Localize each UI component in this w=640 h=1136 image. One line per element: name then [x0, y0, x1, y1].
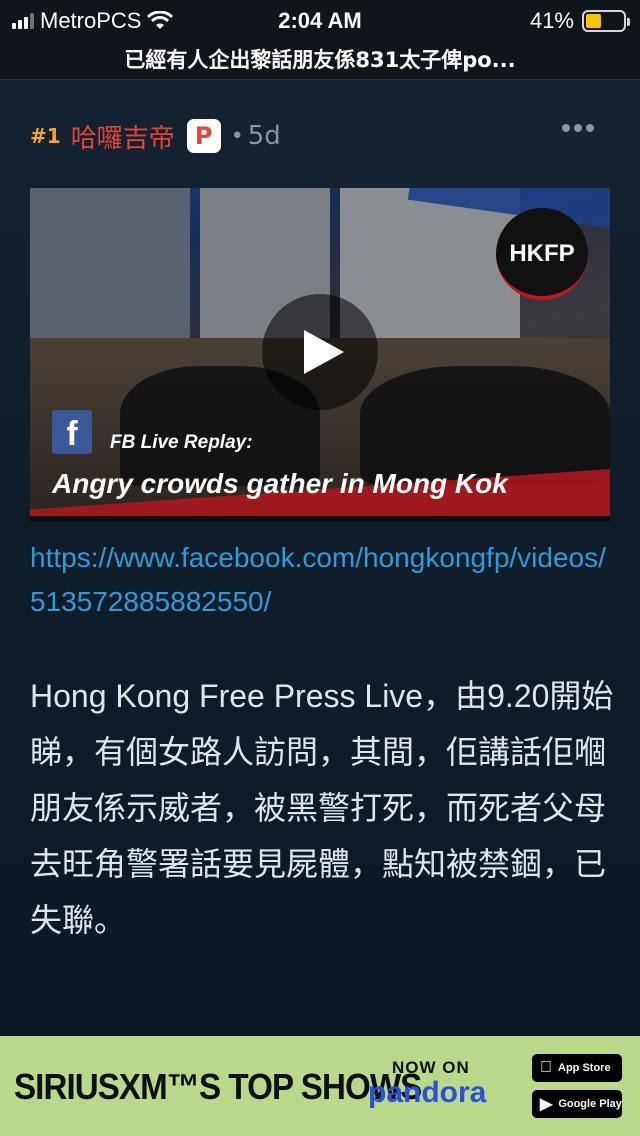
ad-headline: SIRIUSXM™S TOP SHOWS — [14, 1066, 422, 1107]
battery-fill — [586, 14, 601, 28]
video-thumbnail[interactable]: HKFP f FB Live Replay: Angry crowds gath… — [30, 188, 610, 522]
post-body: Hong Kong Free Press Live，由9.20開始睇，有個女路人… — [30, 678, 614, 938]
apple-icon:  — [540, 1059, 552, 1077]
thread-title[interactable]: 已經有人企出黎話朋友係831太子俾po... — [0, 42, 640, 80]
hkfp-logo: HKFP — [496, 208, 588, 300]
author-name[interactable]: 哈囉吉帝 — [71, 118, 175, 155]
post-age: 5d — [247, 121, 281, 151]
pandora-logo: pandora — [368, 1076, 487, 1109]
google-play-label: Google Play — [558, 1098, 622, 1110]
facebook-icon: f — [52, 410, 92, 454]
ad-now-on: NOW ON — [392, 1058, 470, 1077]
play-button[interactable] — [262, 294, 378, 410]
play-icon — [304, 330, 344, 374]
separator: • — [230, 123, 244, 149]
post-link[interactable]: https://www.facebook.com/hongkongfp/vide… — [30, 536, 614, 624]
app-store-badge[interactable]:  App Store — [532, 1054, 622, 1082]
more-options-icon[interactable] — [562, 124, 594, 132]
play-store-icon: ▶ — [540, 1096, 553, 1113]
ad-banner[interactable]: SIRIUSXM™S TOP SHOWS NOW ON pandora  Ap… — [0, 1036, 640, 1136]
post-header: #1 哈囉吉帝 P • 5d — [30, 114, 610, 158]
video-caption: Angry crowds gather in Mong Kok — [52, 468, 508, 499]
fb-live-label: FB Live Replay: — [110, 432, 253, 453]
poster-badge: P — [186, 119, 221, 153]
battery-icon — [582, 10, 630, 32]
post-number: #1 — [30, 124, 61, 148]
battery-percent: 41% — [529, 8, 574, 33]
battery-area: 41% — [529, 8, 630, 34]
status-bar: MetroPCS 2:04 AM 41% — [0, 0, 640, 42]
app-store-label: App Store — [546, 1062, 611, 1074]
google-play-badge[interactable]: ▶ Google Play — [532, 1090, 622, 1118]
